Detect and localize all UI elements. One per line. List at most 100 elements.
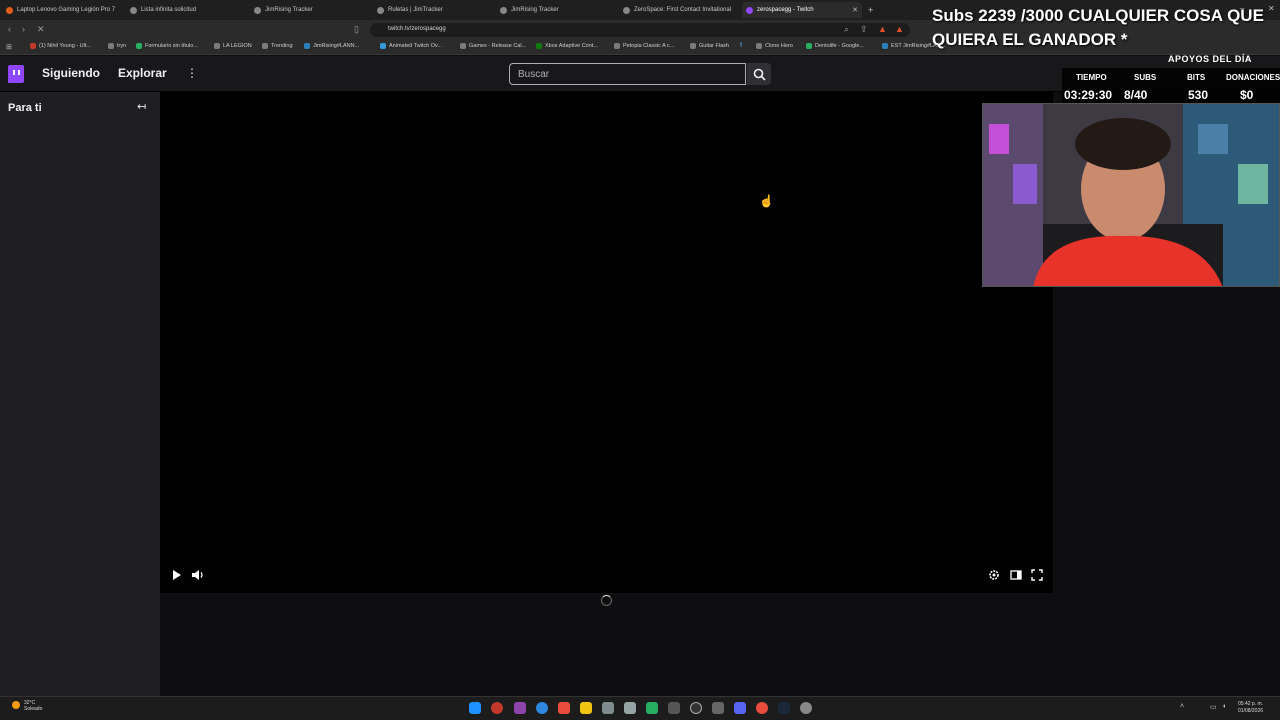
bookmark-label: Animated Twitch Ov... — [389, 43, 442, 49]
bookmark-favicon-icon — [690, 43, 696, 49]
url-field[interactable]: twitch.tv/zerospacegg — [370, 23, 910, 37]
bookmark-item[interactable]: Games - Release Cal... — [460, 43, 526, 49]
bookmark-favicon-icon — [108, 43, 114, 49]
collapse-sidebar-icon[interactable]: ↤ — [137, 100, 146, 113]
speaker-icon[interactable]: ◖ — [1222, 703, 1226, 710]
file-explorer-icon[interactable] — [580, 702, 592, 714]
volume-icon[interactable] — [191, 569, 205, 581]
edge-icon[interactable] — [536, 702, 548, 714]
app-icon[interactable] — [690, 702, 702, 714]
browser-tab[interactable]: ZeroSpace: First Contact Invitational — [619, 2, 739, 18]
weather-widget[interactable]: 32°C Soleado — [24, 700, 42, 712]
bookmark-icon[interactable]: ▯ — [354, 24, 359, 35]
bookmark-item[interactable]: Animated Twitch Ov... — [380, 43, 442, 49]
bookmark-item[interactable]: Dentolife - Google... — [806, 43, 864, 49]
play-icon[interactable] — [172, 569, 182, 581]
bookmark-favicon-icon — [536, 43, 542, 49]
stat-label: TIEMPO — [1076, 73, 1107, 82]
app-icon[interactable] — [668, 702, 680, 714]
bookmark-item[interactable]: Formulario sin título... — [136, 43, 198, 49]
theatre-mode-icon[interactable] — [1010, 569, 1022, 581]
apps-grid-icon[interactable]: ⊞ — [6, 43, 12, 51]
browser-tab[interactable]: JimRising Tracker — [250, 2, 370, 18]
app-icon[interactable] — [646, 702, 658, 714]
zoom-icon[interactable]: ⌕ — [844, 24, 849, 35]
bookmark-favicon-icon — [262, 43, 268, 49]
bookmark-label: Xbox Adaptive Cont... — [545, 43, 598, 49]
bookmark-item[interactable]: Petopia Classic A c... — [614, 43, 674, 49]
channel-info-area — [160, 593, 1053, 696]
app-icon[interactable] — [756, 702, 768, 714]
hand-cursor-icon: ☝ — [759, 194, 774, 208]
brave-icon[interactable] — [558, 702, 570, 714]
browser-tab-active[interactable]: zerospacegg - Twitch ✕ — [742, 2, 862, 18]
tab-label: Ruletas | JimTracker — [388, 7, 443, 13]
app-icon[interactable] — [712, 702, 724, 714]
tab-label: zerospacegg - Twitch — [757, 7, 814, 13]
reload-icon[interactable]: ✕ — [37, 24, 45, 35]
tab-label: Lista infinita solicitud — [141, 7, 197, 13]
search-button[interactable] — [747, 63, 771, 85]
tab-label: JimRising Tracker — [511, 7, 559, 13]
brave-rewards-icon[interactable]: ▲ — [895, 24, 904, 34]
nav-following-link[interactable]: Siguiendo — [42, 66, 100, 80]
settings-gear-icon[interactable] — [988, 569, 1000, 581]
browser-tab[interactable]: JimRising Tracker — [496, 2, 616, 18]
close-tab-icon[interactable]: ✕ — [852, 6, 862, 14]
settings-icon[interactable] — [800, 702, 812, 714]
bookmark-label: Dentolife - Google... — [815, 43, 864, 49]
fullscreen-icon[interactable] — [1031, 569, 1043, 581]
tab-favicon-icon — [6, 6, 13, 14]
search-input[interactable] — [509, 63, 746, 85]
system-clock[interactable]: 05:42 p. m. 01/08/2026 — [1238, 701, 1263, 715]
brave-shield-icon[interactable]: ▲ — [878, 24, 887, 34]
browser-tab[interactable]: Ruletas | JimTracker — [373, 2, 493, 18]
stat-value: 03:29:30 — [1064, 88, 1113, 102]
new-tab-button[interactable]: + — [864, 2, 878, 18]
stat-value: $0 — [1240, 88, 1254, 102]
windows-taskbar: 32°C Soleado ˄ ▭ ◖ 05:42 p. m. 01/08/202… — [0, 696, 1280, 720]
network-icon[interactable]: ▭ — [1210, 703, 1217, 711]
browser-tab[interactable]: Laptop Lenovo Gaming Legión Pro 7 — [2, 2, 122, 18]
bookmark-item[interactable]: Trending — [262, 43, 293, 49]
windows-start-icon[interactable] — [469, 702, 481, 714]
stat-value: 8/40 — [1124, 88, 1148, 102]
tab-favicon-icon — [623, 6, 630, 14]
stat-label: DONACIONES — [1226, 73, 1280, 82]
sidebar-title: Para ti — [8, 102, 42, 114]
bookmark-item[interactable]: Xbox Adaptive Cont... — [536, 43, 598, 49]
bookmark-item[interactable]: (1) Nihil Young - Ult... — [30, 43, 91, 49]
tab-favicon-icon — [254, 6, 261, 14]
tab-favicon-icon — [500, 6, 507, 14]
bookmark-item[interactable]: Clone Hero — [756, 43, 793, 49]
bookmark-label: Petopia Classic A c... — [623, 43, 675, 49]
discord-icon[interactable] — [734, 702, 746, 714]
bookmark-item[interactable]: tryn — [108, 43, 126, 49]
bookmark-item[interactable]: JimRising#LANN... — [304, 43, 359, 49]
more-options-icon[interactable]: ⋮ — [186, 66, 198, 80]
app-icon[interactable] — [602, 702, 614, 714]
facebook-icon[interactable]: f — [740, 43, 742, 49]
browser-tab[interactable]: Lista infinita solicitud — [126, 2, 246, 18]
forward-icon[interactable]: › — [22, 24, 25, 34]
app-icon[interactable] — [624, 702, 636, 714]
bookmark-label: Guitar Flash — [699, 43, 729, 49]
left-sidebar: Para ti ↤ — [0, 92, 160, 696]
clock-date: 01/08/2026 — [1238, 708, 1264, 714]
app-icon[interactable] — [491, 702, 503, 714]
video-player[interactable] — [160, 92, 1053, 593]
nav-browse-link[interactable]: Explorar — [118, 66, 167, 80]
bookmark-label: JimRising#LANN... — [313, 43, 360, 49]
bookmark-label: tryn — [117, 43, 127, 49]
steam-icon[interactable] — [778, 702, 790, 714]
bookmark-favicon-icon — [304, 43, 310, 49]
bookmark-item[interactable]: LA LEGION — [214, 43, 252, 49]
twitch-logo-icon[interactable] — [8, 65, 24, 83]
bookmark-favicon-icon — [136, 43, 142, 49]
share-icon[interactable]: ⇪ — [860, 24, 868, 35]
tray-chevron-up-icon[interactable]: ˄ — [1180, 703, 1184, 710]
stream-stats-bar: TIEMPO 03:29:30 SUBS 8/40 BITS 530 DONAC… — [1062, 68, 1280, 104]
back-icon[interactable]: ‹ — [8, 24, 11, 34]
bookmark-item[interactable]: Guitar Flash — [690, 43, 729, 49]
app-icon[interactable] — [514, 702, 526, 714]
